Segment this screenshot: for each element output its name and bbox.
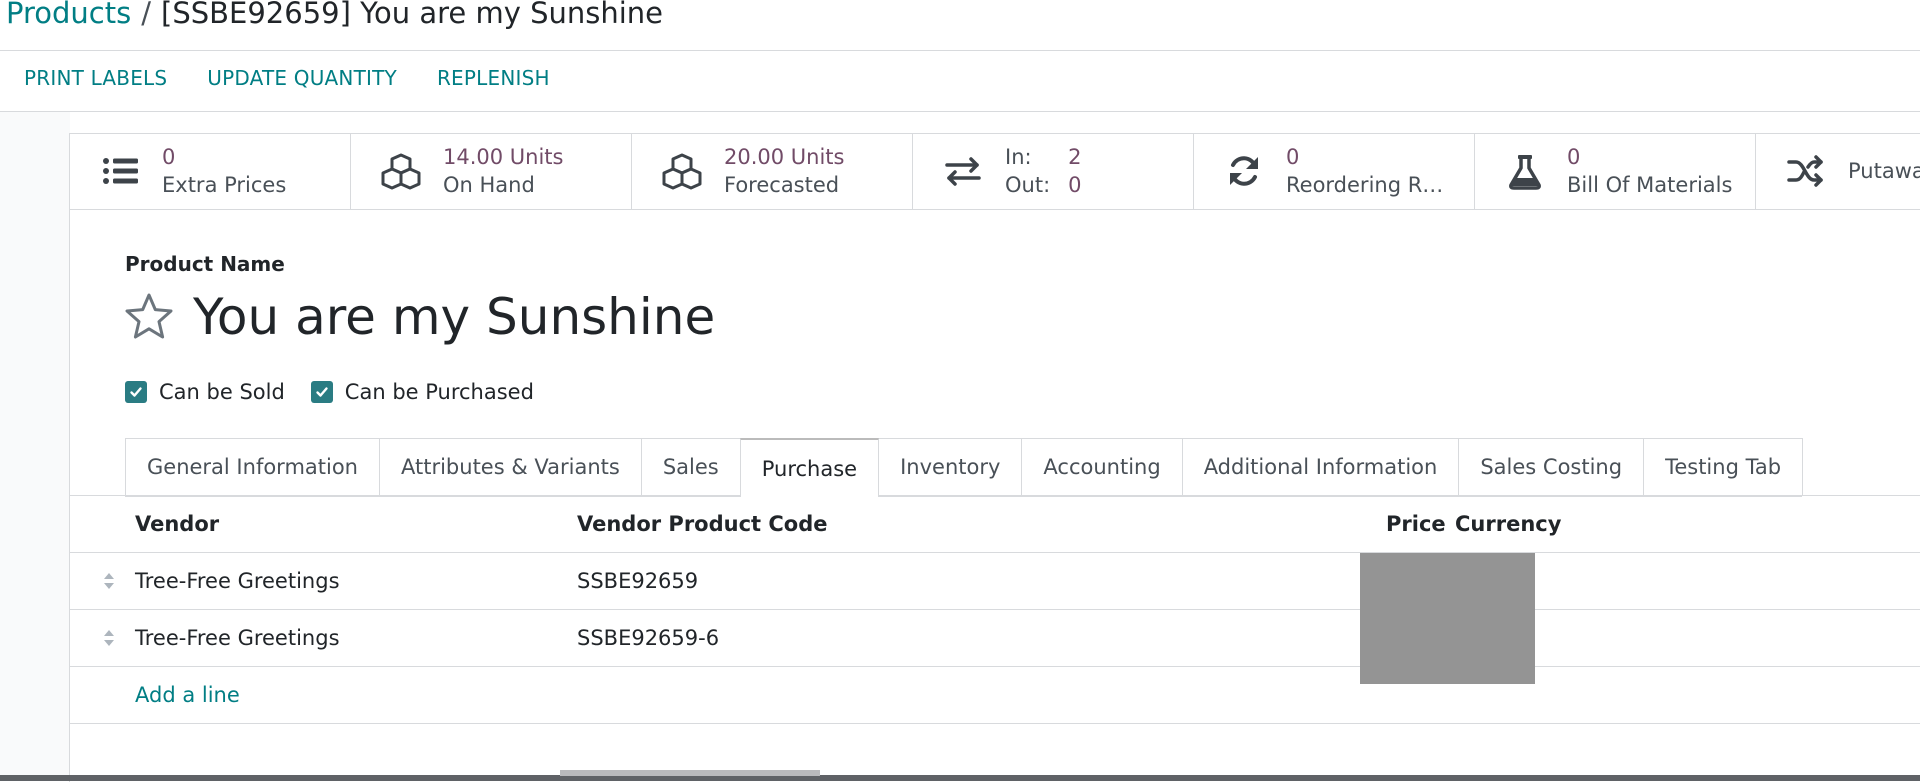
- background-gutter: [0, 112, 70, 781]
- out-value: 0: [1068, 173, 1082, 197]
- tab-purchase[interactable]: Purchase: [739, 438, 880, 497]
- replenish-button[interactable]: REPLENISH: [437, 66, 550, 90]
- on-hand-value: 14.00 Units: [443, 145, 564, 169]
- bottom-bar-highlight: [560, 770, 820, 776]
- extra-prices-value: 0: [162, 145, 176, 169]
- in-out-button[interactable]: In: 2 Out: 0: [913, 133, 1194, 209]
- update-quantity-button[interactable]: UPDATE QUANTITY: [207, 66, 397, 90]
- shuffle-icon: [1787, 155, 1823, 187]
- vendor-table: Vendor Vendor Product Code Price Currenc…: [70, 496, 1920, 724]
- tab-testing[interactable]: Testing Tab: [1643, 438, 1804, 495]
- star-icon[interactable]: [123, 291, 175, 343]
- in-label: In:: [1005, 145, 1032, 169]
- vendor-cell[interactable]: Tree-Free Greetings: [135, 610, 340, 666]
- out-label: Out:: [1005, 173, 1051, 197]
- can-be-sold-label: Can be Sold: [159, 380, 285, 404]
- add-line-row: Add a line: [70, 667, 1920, 724]
- on-hand-label: On Hand: [443, 173, 535, 197]
- tab-accounting[interactable]: Accounting: [1021, 438, 1183, 495]
- tab-sales-costing[interactable]: Sales Costing: [1458, 438, 1645, 495]
- vendor-cell[interactable]: Tree-Free Greetings: [135, 553, 340, 609]
- cubes-icon: [381, 153, 421, 190]
- breadcrumb-separator: /: [141, 0, 151, 30]
- drag-handle-icon[interactable]: [102, 571, 116, 591]
- table-row[interactable]: Tree-Free Greetings SSBE92659: [70, 553, 1920, 610]
- putaway-button[interactable]: Putawa: [1756, 133, 1920, 209]
- putaway-label: Putawa: [1848, 159, 1920, 183]
- on-hand-button[interactable]: 14.00 Units On Hand: [351, 133, 632, 209]
- forecasted-label: Forecasted: [724, 173, 840, 197]
- redacted-area: [1360, 553, 1535, 684]
- tab-additional-information[interactable]: Additional Information: [1181, 438, 1460, 495]
- cubes-icon: [662, 153, 702, 190]
- product-name[interactable]: You are my Sunshine: [193, 288, 715, 346]
- in-value: 2: [1068, 145, 1082, 169]
- reordering-value: 0: [1286, 145, 1300, 169]
- can-be-purchased-checkbox[interactable]: Can be Purchased: [310, 380, 534, 404]
- forecasted-value: 20.00 Units: [724, 145, 845, 169]
- tab-sales[interactable]: Sales: [640, 438, 741, 495]
- tab-general-information[interactable]: General Information: [125, 438, 380, 495]
- list-icon: [103, 158, 138, 184]
- column-vendor-product-code[interactable]: Vendor Product Code: [577, 496, 828, 552]
- reordering-label: Reordering R…: [1286, 173, 1444, 197]
- column-currency[interactable]: Currency: [1455, 496, 1561, 552]
- extra-prices-button[interactable]: 0 Extra Prices: [70, 133, 351, 209]
- bill-of-materials-button[interactable]: 0 Bill Of Materials: [1475, 133, 1756, 209]
- extra-prices-label: Extra Prices: [162, 173, 287, 197]
- flask-icon: [1509, 155, 1541, 190]
- can-be-sold-checkbox[interactable]: Can be Sold: [125, 380, 285, 404]
- tab-attributes-variants[interactable]: Attributes & Variants: [379, 438, 642, 495]
- divider: [0, 50, 1920, 51]
- bom-label: Bill Of Materials: [1567, 173, 1733, 197]
- check-icon: [130, 387, 142, 397]
- product-name-label: Product Name: [125, 252, 285, 276]
- refresh-icon: [1230, 156, 1258, 186]
- action-bar: PRINT LABELS UPDATE QUANTITY REPLENISH: [24, 66, 590, 90]
- print-labels-button[interactable]: PRINT LABELS: [24, 66, 167, 90]
- column-price[interactable]: Price: [1386, 496, 1446, 552]
- table-row[interactable]: Tree-Free Greetings SSBE92659-6: [70, 610, 1920, 667]
- breadcrumb: Products / [SSBE92659] You are my Sunshi…: [6, 0, 663, 33]
- drag-handle-icon[interactable]: [102, 628, 116, 648]
- can-be-purchased-label: Can be Purchased: [344, 380, 534, 404]
- column-vendor[interactable]: Vendor: [135, 496, 219, 552]
- bom-value: 0: [1567, 145, 1581, 169]
- breadcrumb-products-link[interactable]: Products: [6, 0, 131, 30]
- arrows-exchange-icon: [945, 157, 981, 186]
- checkbox-checked[interactable]: [310, 381, 333, 403]
- checkbox-checked[interactable]: [125, 381, 147, 403]
- add-a-line-link[interactable]: Add a line: [135, 667, 240, 723]
- tab-inventory[interactable]: Inventory: [878, 438, 1023, 495]
- smart-buttons: 0 Extra Prices 14.00 Units On Hand 20.00…: [70, 133, 1920, 210]
- notebook-tabs: General Information Attributes & Variant…: [125, 438, 1804, 497]
- breadcrumb-current: [SSBE92659] You are my Sunshine: [161, 0, 664, 30]
- reordering-rules-button[interactable]: 0 Reordering R…: [1194, 133, 1475, 209]
- vendor-code-cell[interactable]: SSBE92659-6: [577, 610, 719, 666]
- bottom-bar: [0, 775, 1920, 781]
- vendor-code-cell[interactable]: SSBE92659: [577, 553, 698, 609]
- forecasted-button[interactable]: 20.00 Units Forecasted: [632, 133, 913, 209]
- table-header: Vendor Vendor Product Code Price Currenc…: [70, 496, 1920, 553]
- check-icon: [316, 387, 328, 397]
- divider: [0, 111, 1920, 112]
